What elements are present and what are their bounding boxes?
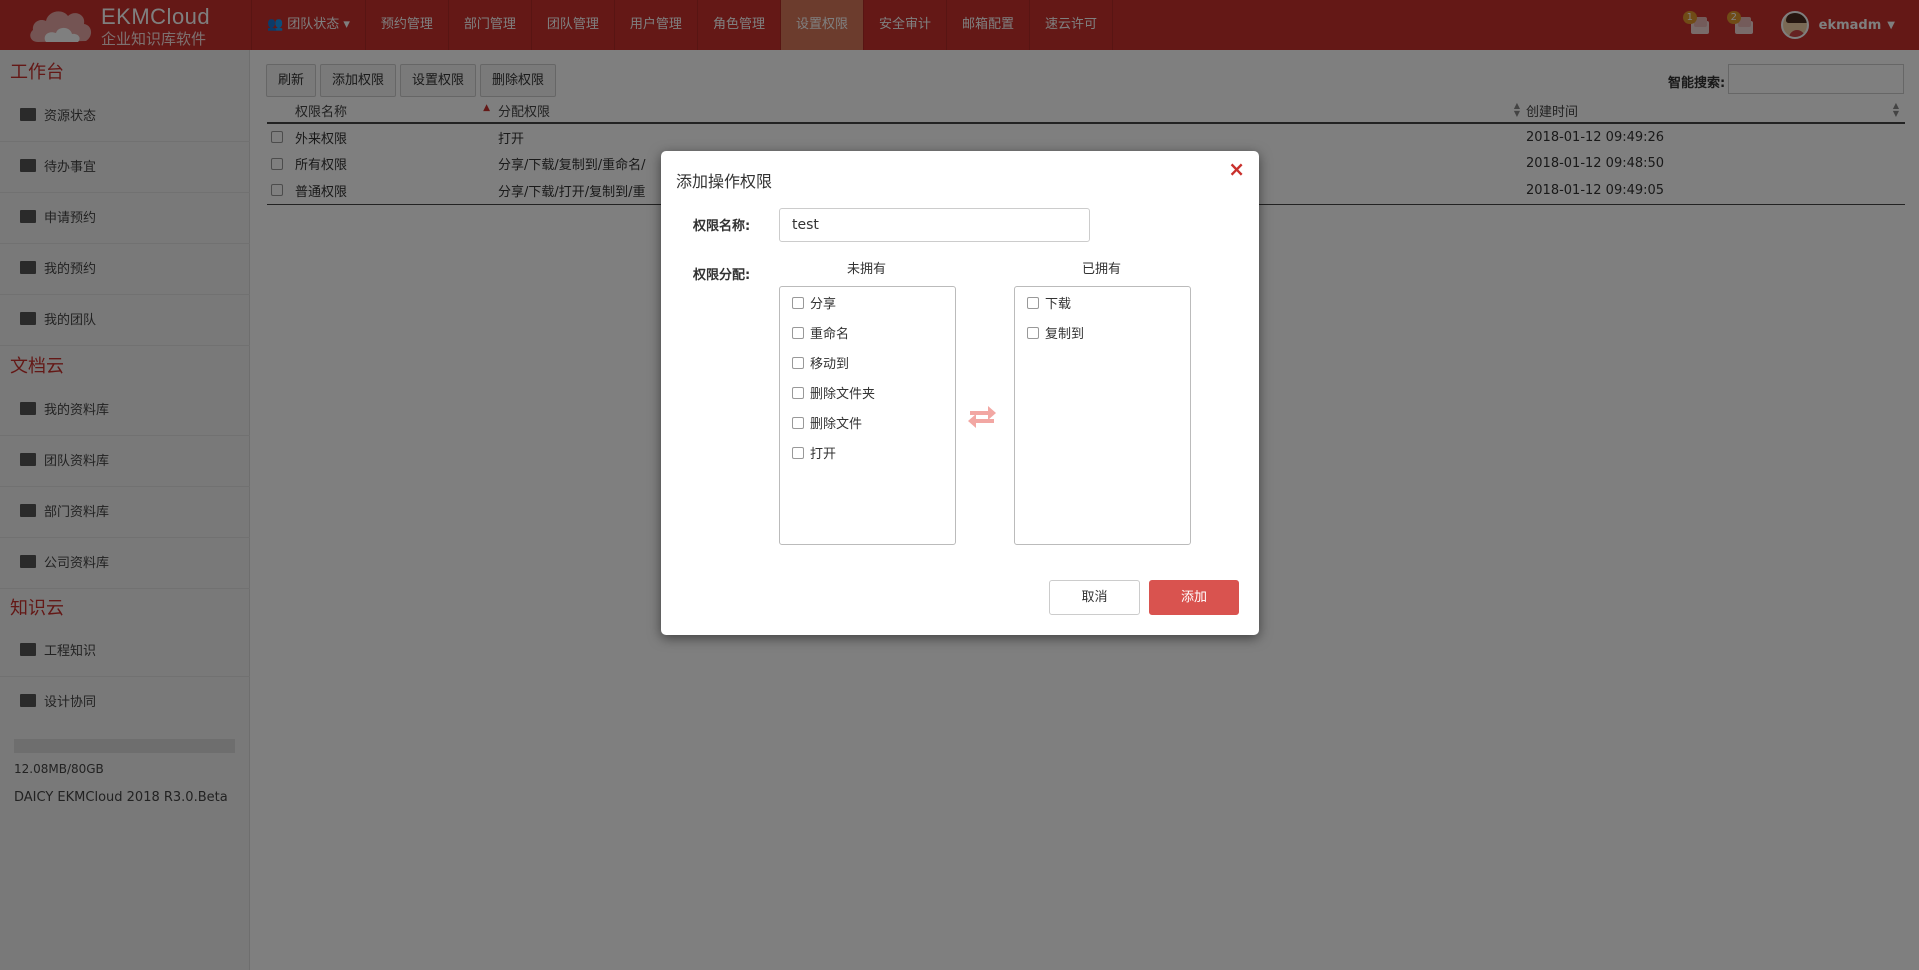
option-copy-to[interactable]: 复制到 [1027,323,1084,342]
add-permission-dialog: 添加操作权限 × 权限名称: test 权限分配: 未拥有 已拥有 分享 重命名… [661,151,1259,635]
option-label: 删除文件 [810,417,863,432]
permission-name-input[interactable]: test [779,208,1090,242]
option-delete-folder[interactable]: 删除文件夹 [792,383,875,402]
option-label: 删除文件夹 [810,387,876,402]
unowned-column-title: 未拥有 [847,262,887,277]
option-label: 打开 [810,447,837,462]
swap-arrows-icon[interactable] [966,403,998,431]
owned-column-title: 已拥有 [1082,262,1122,277]
option-checkbox[interactable] [1027,327,1039,339]
option-label: 重命名 [810,327,850,342]
option-label: 分享 [810,297,837,312]
option-checkbox[interactable] [792,387,804,399]
option-checkbox[interactable] [792,447,804,459]
unowned-permissions-list: 分享 重命名 移动到 删除文件夹 删除文件 打开 [779,286,956,545]
option-label: 复制到 [1045,327,1085,342]
owned-permissions-list: 下载 复制到 [1014,286,1191,545]
option-move[interactable]: 移动到 [792,353,849,372]
option-checkbox[interactable] [792,417,804,429]
option-label: 移动到 [810,357,850,372]
option-checkbox[interactable] [1027,297,1039,309]
cancel-button[interactable]: 取消 [1049,580,1140,615]
option-checkbox[interactable] [792,327,804,339]
option-delete-file[interactable]: 删除文件 [792,413,862,432]
close-icon[interactable]: × [1228,157,1245,181]
dialog-title: 添加操作权限 [676,172,773,191]
permission-assign-label: 权限分配: [693,268,751,283]
option-share[interactable]: 分享 [792,293,836,312]
option-download[interactable]: 下载 [1027,293,1071,312]
option-rename[interactable]: 重命名 [792,323,849,342]
option-label: 下载 [1045,297,1072,312]
add-button[interactable]: 添加 [1149,580,1239,615]
option-checkbox[interactable] [792,357,804,369]
option-open[interactable]: 打开 [792,443,836,462]
permission-name-label: 权限名称: [693,219,751,234]
option-checkbox[interactable] [792,297,804,309]
